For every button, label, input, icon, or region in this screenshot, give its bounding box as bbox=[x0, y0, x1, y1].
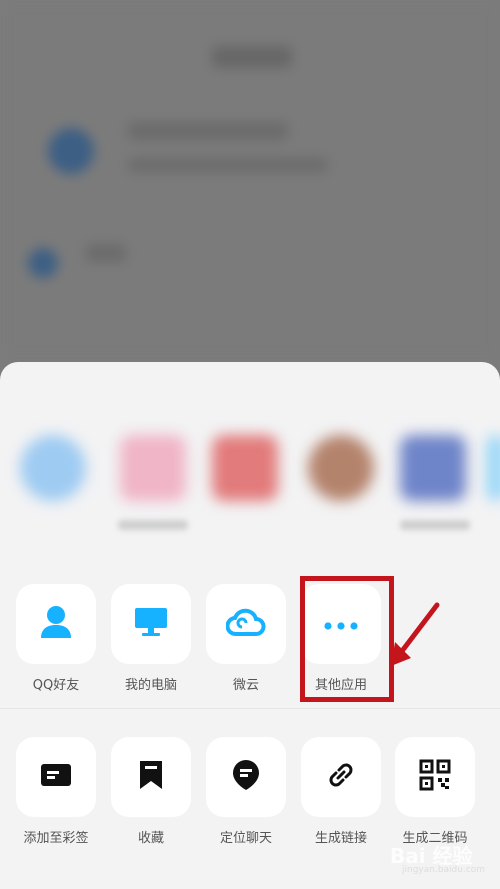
contact-label bbox=[400, 520, 470, 530]
qq-friend-label: QQ好友 bbox=[32, 678, 80, 693]
location-chat-label: 定位聊天 bbox=[219, 831, 272, 846]
qq-friend-button[interactable] bbox=[16, 584, 96, 664]
contact-avatar[interactable] bbox=[20, 435, 86, 501]
divider bbox=[0, 708, 500, 709]
cloud-icon bbox=[225, 607, 266, 641]
location-chat-icon bbox=[231, 758, 261, 796]
computer-icon bbox=[133, 605, 169, 643]
watermark-url: jingyan.baidu.com bbox=[402, 865, 486, 875]
highlight-box bbox=[300, 576, 394, 702]
my-computer-button[interactable] bbox=[111, 584, 191, 664]
add-to-tag-label: 添加至彩签 bbox=[23, 831, 89, 846]
background-text bbox=[128, 122, 288, 140]
background-title bbox=[212, 46, 292, 68]
link-icon bbox=[325, 759, 357, 795]
background-avatar bbox=[28, 248, 58, 278]
background-avatar bbox=[48, 128, 94, 174]
contact-avatar[interactable] bbox=[120, 435, 186, 501]
contact-avatar[interactable] bbox=[486, 435, 500, 501]
my-computer-label: 我的电脑 bbox=[124, 678, 177, 693]
generate-link-button[interactable] bbox=[301, 737, 381, 817]
weiyun-label: 微云 bbox=[232, 678, 259, 693]
qq-friend-icon bbox=[39, 604, 73, 644]
background-text bbox=[86, 244, 126, 262]
contact-avatar[interactable] bbox=[400, 435, 466, 501]
arrow-annotation-icon bbox=[385, 600, 445, 679]
weiyun-button[interactable] bbox=[206, 584, 286, 664]
favorite-label: 收藏 bbox=[137, 831, 164, 846]
location-chat-button[interactable] bbox=[206, 737, 286, 817]
contact-label bbox=[118, 520, 188, 530]
generate-qr-button[interactable] bbox=[395, 737, 475, 817]
bookmark-icon bbox=[138, 759, 164, 795]
favorite-button[interactable] bbox=[111, 737, 191, 817]
qr-code-icon bbox=[419, 759, 451, 795]
add-to-tag-button[interactable] bbox=[16, 737, 96, 817]
contact-avatar[interactable] bbox=[308, 435, 374, 501]
background-text bbox=[128, 158, 328, 172]
contact-avatar[interactable] bbox=[212, 435, 278, 501]
tag-card-icon bbox=[39, 762, 73, 792]
